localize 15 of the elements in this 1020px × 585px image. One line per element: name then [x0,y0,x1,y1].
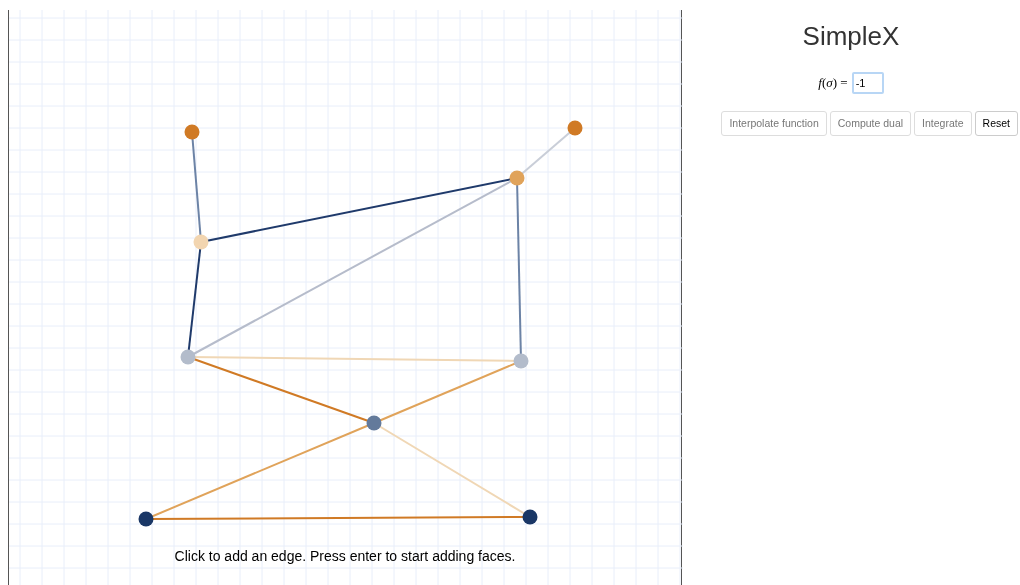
vertex-dot[interactable] [193,234,209,250]
vertex-dot[interactable] [366,415,382,431]
vertex-dot[interactable] [509,170,525,186]
vertex-dot[interactable] [184,124,200,140]
function-label: f(σ) = [818,74,848,93]
canvas-hint: Click to add an edge. Press enter to start adding faces. [174,547,516,566]
vertex-dot[interactable] [138,511,154,527]
vertex-dot[interactable] [567,120,583,136]
vertex-dot[interactable] [522,509,538,525]
drawing-canvas[interactable]: Click to add an edge. Press enter to start adding faces. [8,10,682,585]
function-field[interactable]: -1 [851,72,884,94]
vertex-dot[interactable] [513,353,529,369]
app-title: SimpleX [802,20,900,52]
vertex-dot[interactable] [180,349,196,365]
action-button[interactable]: Reset [974,111,1018,136]
